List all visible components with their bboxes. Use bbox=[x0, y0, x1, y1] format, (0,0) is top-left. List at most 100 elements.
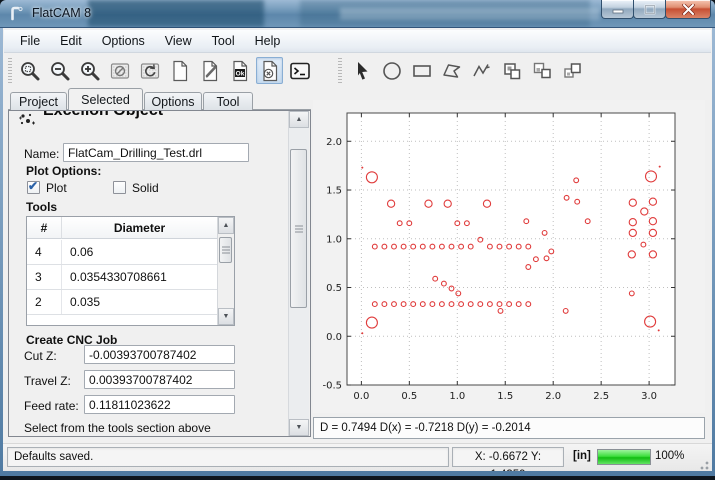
shell-button[interactable] bbox=[286, 57, 313, 84]
new-file-button[interactable] bbox=[166, 57, 193, 84]
clear-plot-icon bbox=[108, 59, 132, 83]
svg-text:Ok: Ok bbox=[235, 70, 244, 77]
menu-item-help[interactable]: Help bbox=[245, 31, 291, 51]
svg-text:0.5: 0.5 bbox=[326, 283, 342, 294]
draw-rectangle-button[interactable] bbox=[408, 57, 435, 84]
status-message: Defaults saved. bbox=[7, 447, 449, 467]
cancel-file-icon bbox=[258, 59, 282, 83]
draw-polyline-icon bbox=[470, 59, 494, 83]
tools-table-header-number[interactable]: # bbox=[27, 217, 62, 239]
units-indicator[interactable]: [in] bbox=[573, 450, 591, 462]
menu-item-file[interactable]: File bbox=[10, 31, 50, 51]
window-title: FlatCAM 8 bbox=[32, 6, 91, 20]
minimize-icon bbox=[612, 5, 624, 14]
tools-table-scroll-thumb[interactable] bbox=[219, 237, 232, 263]
zoom-in-button[interactable] bbox=[76, 57, 103, 84]
cancel-file-button[interactable] bbox=[256, 57, 283, 84]
menu-item-tool[interactable]: Tool bbox=[202, 31, 245, 51]
draw-circle-button[interactable] bbox=[378, 57, 405, 84]
menu-item-edit[interactable]: Edit bbox=[50, 31, 92, 51]
name-input[interactable] bbox=[63, 143, 249, 162]
pointer-icon bbox=[350, 59, 374, 83]
maximize-icon bbox=[644, 4, 656, 15]
solid-checkbox[interactable] bbox=[113, 181, 126, 194]
close-icon bbox=[682, 4, 695, 15]
desktop-strip bbox=[0, 476, 715, 480]
titlebar[interactable]: FlatCAM 8 bbox=[0, 0, 715, 28]
resize-grip[interactable] bbox=[697, 458, 709, 470]
panel-scroll-thumb[interactable] bbox=[290, 149, 307, 308]
copy-object-button[interactable] bbox=[498, 57, 525, 84]
statusbar: Defaults saved. X: -0.6672 Y: 1.4359 [in… bbox=[3, 443, 712, 471]
tab-selected[interactable]: Selected bbox=[68, 88, 143, 110]
minimize-button[interactable] bbox=[601, 0, 634, 19]
tool-number: 2 bbox=[27, 290, 62, 314]
scroll-down-arrow-icon[interactable]: ▼ bbox=[289, 419, 309, 436]
tools-table-header-diameter[interactable]: Diameter bbox=[62, 217, 218, 239]
tools-table-scrollbar[interactable]: ▲ ▼ bbox=[217, 217, 234, 325]
toolbar-drag-handle[interactable] bbox=[338, 58, 342, 84]
name-label: Name: bbox=[24, 147, 59, 161]
tools-table: # Diameter 40.0630.035433070866120.035 ▲… bbox=[26, 216, 235, 326]
new-file-icon bbox=[168, 59, 192, 83]
svg-text:1.0: 1.0 bbox=[326, 234, 342, 245]
svg-text:0.5: 0.5 bbox=[401, 391, 417, 402]
replot-icon bbox=[138, 59, 162, 83]
progress-bar bbox=[597, 449, 651, 465]
travel-z-input[interactable] bbox=[84, 370, 235, 389]
svg-text:0.0: 0.0 bbox=[353, 391, 369, 402]
edit-file-button[interactable] bbox=[196, 57, 223, 84]
tool-row-4[interactable]: 40.06 bbox=[27, 240, 218, 265]
svg-text:1.5: 1.5 bbox=[497, 391, 513, 402]
zoom-out-icon bbox=[48, 59, 72, 83]
pointer-button[interactable] bbox=[348, 57, 375, 84]
edit-file-icon bbox=[198, 59, 222, 83]
feed-rate-input[interactable] bbox=[84, 395, 235, 414]
tool-diameter: 0.0354330708661 bbox=[62, 265, 167, 289]
menu-item-options[interactable]: Options bbox=[92, 31, 155, 51]
svg-text:2.0: 2.0 bbox=[545, 391, 561, 402]
copy-excellon-icon bbox=[560, 59, 584, 83]
svg-text:0.0: 0.0 bbox=[326, 332, 342, 343]
plot-checkbox[interactable] bbox=[27, 181, 40, 194]
copy-geometry-button[interactable] bbox=[528, 57, 555, 84]
excellon-object-icon bbox=[19, 112, 35, 128]
solid-checkbox-label: Solid bbox=[132, 181, 159, 195]
toolbar-drag-handle[interactable] bbox=[8, 58, 12, 84]
scroll-up-arrow-icon[interactable]: ▲ bbox=[289, 111, 309, 128]
copy-excellon-button[interactable] bbox=[558, 57, 585, 84]
cut-z-input[interactable] bbox=[84, 345, 235, 364]
ok-file-button[interactable]: Ok bbox=[226, 57, 253, 84]
flatcam-logo-icon bbox=[9, 5, 26, 22]
close-button[interactable] bbox=[665, 0, 711, 19]
zoom-out-button[interactable] bbox=[46, 57, 73, 84]
plot-canvas[interactable]: 0.00.51.01.52.02.53.0-0.50.00.51.01.52.0 bbox=[313, 100, 705, 413]
tab-options[interactable]: Options bbox=[144, 92, 202, 110]
toolbar: Ok bbox=[4, 53, 711, 89]
travel-z-label: Travel Z: bbox=[24, 374, 71, 388]
tool-row-2[interactable]: 20.035 bbox=[27, 290, 218, 315]
clear-plot-button[interactable] bbox=[106, 57, 133, 84]
svg-text:1.0: 1.0 bbox=[449, 391, 465, 402]
zoom-fit-button[interactable] bbox=[16, 57, 43, 84]
replot-button[interactable] bbox=[136, 57, 163, 84]
draw-polyline-button[interactable] bbox=[468, 57, 495, 84]
tab-tool[interactable]: Tool bbox=[203, 92, 253, 110]
maximize-button[interactable] bbox=[633, 0, 666, 19]
svg-text:3.0: 3.0 bbox=[641, 391, 657, 402]
zoom-fit-icon bbox=[18, 59, 42, 83]
draw-polygon-button[interactable] bbox=[438, 57, 465, 84]
tools-label: Tools bbox=[26, 200, 57, 214]
tools-hint-text: Select from the tools section above bbox=[24, 421, 211, 435]
zoom-in-icon bbox=[78, 59, 102, 83]
tool-row-3[interactable]: 30.0354330708661 bbox=[27, 265, 218, 290]
tab-project[interactable]: Project bbox=[10, 92, 67, 110]
svg-text:1.5: 1.5 bbox=[326, 186, 342, 197]
panel-scrollbar[interactable]: ▲ ▼ bbox=[288, 111, 309, 436]
flatcam-window: FlatCAM 8 FileEditOptionsViewToolHelp Ok… bbox=[0, 0, 715, 480]
menu-item-view[interactable]: View bbox=[155, 31, 202, 51]
scroll-up-arrow-icon[interactable]: ▲ bbox=[218, 217, 234, 234]
scroll-down-arrow-icon[interactable]: ▼ bbox=[218, 308, 234, 325]
tool-diameter: 0.06 bbox=[62, 240, 93, 264]
excellon-plot: 0.00.51.01.52.02.53.0-0.50.00.51.01.52.0 bbox=[313, 100, 705, 413]
